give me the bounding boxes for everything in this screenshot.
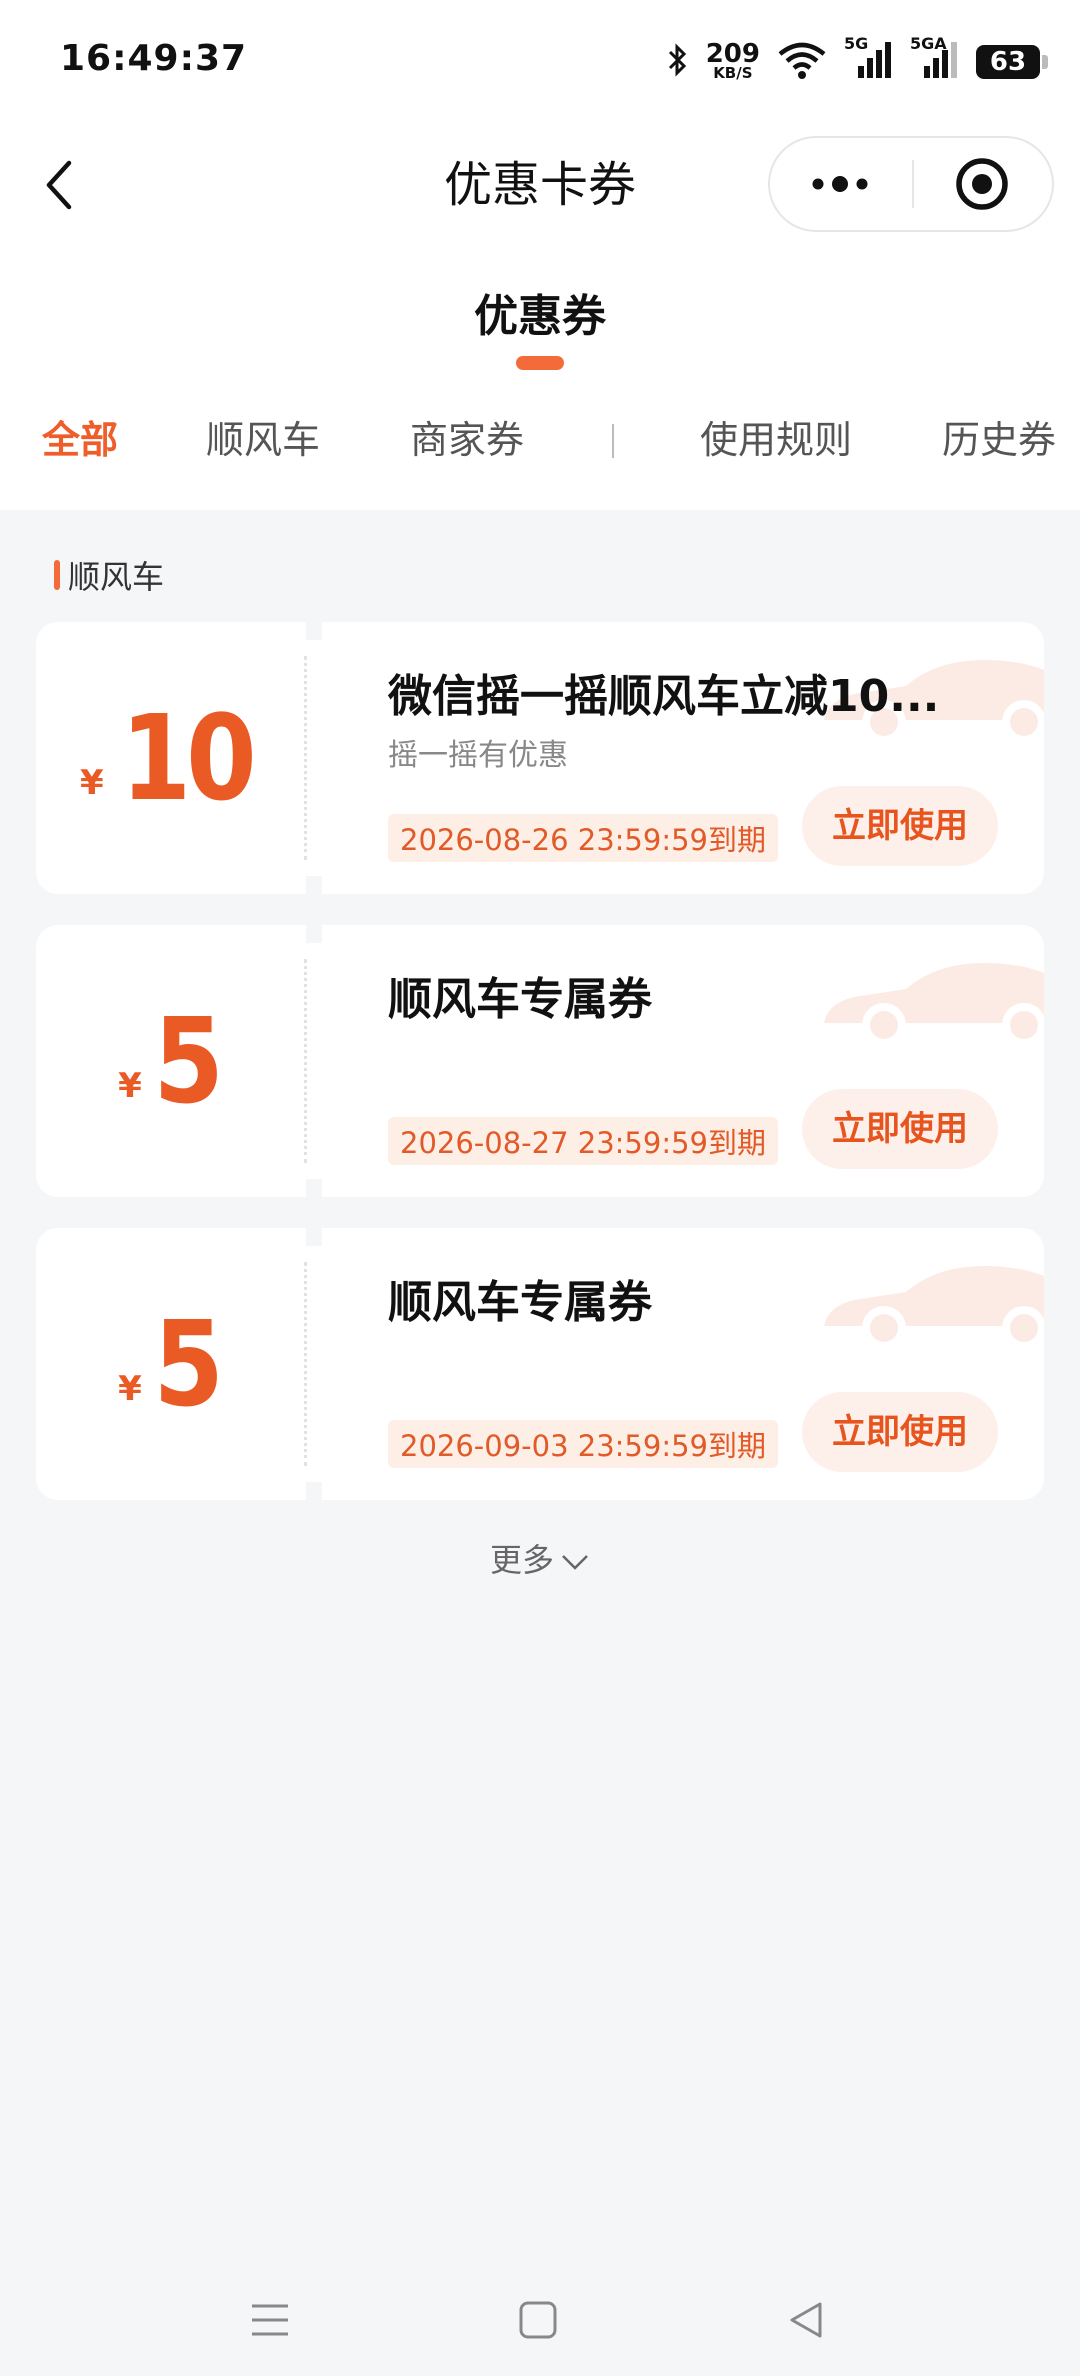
status-bar: 16:49:37 209 KB/S 5G 5GA 63 xyxy=(0,0,1080,130)
battery-icon: 63 xyxy=(976,45,1048,79)
mini-program-capsule xyxy=(768,136,1054,232)
coupon-description: 摇一摇有优惠 xyxy=(388,738,568,773)
tab-history[interactable]: 历史券 xyxy=(942,410,1056,470)
coupon-info-panel: 顺风车专属券 2026-08-27 23:59:59到期 立即使用 xyxy=(322,925,1044,1197)
currency-symbol: ¥ xyxy=(80,763,104,803)
status-time: 16:49:37 xyxy=(60,38,248,79)
coupon-card[interactable]: ¥ 5 顺风车专属券 2026-09-03 23:59:59到期 立即使用 xyxy=(36,1228,1044,1500)
signal-1-label: 5G xyxy=(844,34,869,53)
coupon-expiry: 2026-08-26 23:59:59到期 xyxy=(388,814,778,862)
amount-value: 5 xyxy=(153,1295,224,1433)
coupon-amount: ¥ 5 xyxy=(36,925,306,1197)
coupon-amount: ¥ 10 xyxy=(36,622,306,894)
chevron-down-icon xyxy=(562,1555,588,1570)
use-now-button[interactable]: 立即使用 xyxy=(802,786,998,866)
section-label: 顺风车 xyxy=(68,558,165,596)
wifi-icon xyxy=(776,40,828,84)
more-dots-icon[interactable] xyxy=(770,138,910,230)
system-nav-bar xyxy=(0,2260,1080,2360)
coupon-connector xyxy=(306,1246,322,1482)
network-speed: 209 KB/S xyxy=(706,41,760,82)
amount-value: 10 xyxy=(120,689,256,827)
tab-usage-rules[interactable]: 使用规则 xyxy=(700,410,852,470)
coupon-title: 微信摇一摇顺风车立减10... xyxy=(388,671,940,722)
home-square-icon[interactable] xyxy=(508,2290,568,2350)
show-more-label: 更多 xyxy=(489,1541,554,1579)
close-target-icon[interactable] xyxy=(912,138,1052,230)
use-now-button[interactable]: 立即使用 xyxy=(802,1089,998,1169)
cellular-signal-2-icon: 5GA xyxy=(910,34,960,84)
back-triangle-icon[interactable] xyxy=(776,2290,836,2350)
tab-hitch-ride[interactable]: 顺风车 xyxy=(206,410,320,470)
coupon-title: 顺风车专属券 xyxy=(388,1277,652,1328)
section-marker xyxy=(54,560,60,590)
status-icons: 209 KB/S 5G 5GA 63 xyxy=(666,34,1048,84)
signal-2-label: 5GA xyxy=(910,34,947,53)
coupon-info-panel: 微信摇一摇顺风车立减10... 摇一摇有优惠 2026-08-26 23:59:… xyxy=(322,622,1044,894)
coupon-expiry: 2026-08-27 23:59:59到期 xyxy=(388,1117,778,1165)
bluetooth-icon xyxy=(666,42,690,82)
menu-icon[interactable] xyxy=(240,2290,300,2350)
network-speed-unit: KB/S xyxy=(713,64,753,82)
coupon-connector xyxy=(306,640,322,876)
car-watermark-icon xyxy=(824,1266,1044,1350)
show-more-button[interactable]: 更多 xyxy=(0,1535,1080,1581)
tab-merchant[interactable]: 商家券 xyxy=(410,410,524,470)
section-header: 顺风车 xyxy=(54,552,164,598)
coupon-card[interactable]: ¥ 10 微信摇一摇顺风车立减10... 摇一摇有优惠 2026-08-26 2… xyxy=(36,622,1044,894)
amount-value: 5 xyxy=(153,992,224,1130)
tab-all[interactable]: 全部 xyxy=(42,410,118,470)
use-now-button[interactable]: 立即使用 xyxy=(802,1392,998,1472)
car-watermark-icon xyxy=(824,963,1044,1047)
currency-symbol: ¥ xyxy=(118,1066,142,1106)
coupon-connector xyxy=(306,943,322,1179)
filter-tabs: 全部 顺风车 商家券 使用规则 历史券 xyxy=(0,410,1080,480)
currency-symbol: ¥ xyxy=(118,1369,142,1409)
nav-bar: 优惠卡券 xyxy=(0,130,1080,240)
title-underline xyxy=(516,356,564,370)
coupon-info-panel: 顺风车专属券 2026-09-03 23:59:59到期 立即使用 xyxy=(322,1228,1044,1500)
coupon-amount: ¥ 5 xyxy=(36,1228,306,1500)
coupon-title: 顺风车专属券 xyxy=(388,974,652,1025)
tab-divider xyxy=(612,424,614,458)
coupon-card[interactable]: ¥ 5 顺风车专属券 2026-08-27 23:59:59到期 立即使用 xyxy=(36,925,1044,1197)
coupon-expiry: 2026-09-03 23:59:59到期 xyxy=(388,1420,778,1468)
section-title: 优惠券 xyxy=(474,291,606,342)
cellular-signal-icon: 5G xyxy=(844,34,894,84)
